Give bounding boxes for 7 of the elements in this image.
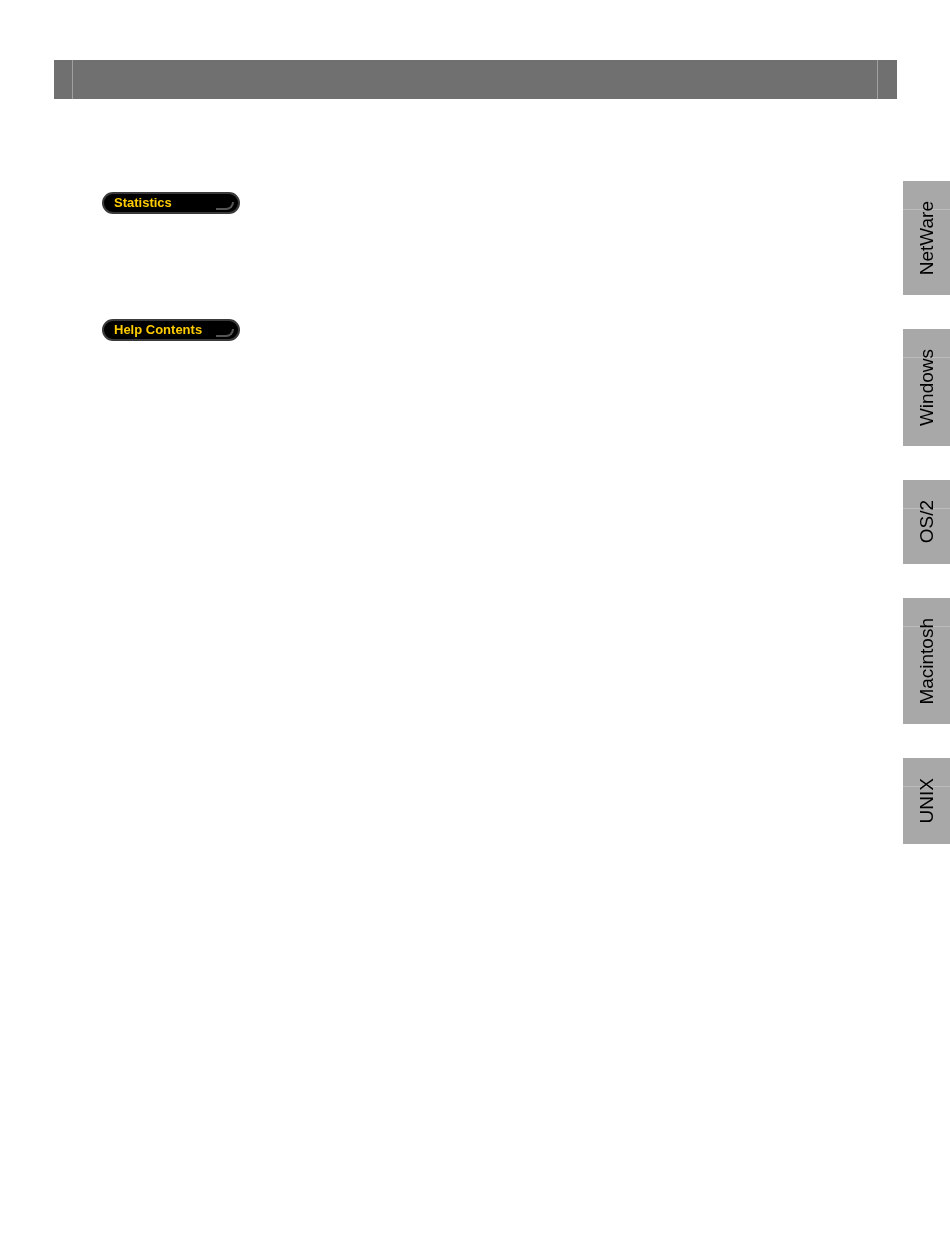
nav-button[interactable]: Help Contents [102, 319, 240, 341]
side-tab[interactable]: UNIX [903, 758, 950, 844]
side-tab[interactable]: NetWare [903, 181, 950, 296]
nav-button[interactable]: Statistics [102, 192, 240, 214]
side-tab[interactable]: Macintosh [903, 597, 950, 725]
side-tab[interactable]: Windows [903, 329, 950, 447]
side-tab[interactable]: OS/2 [903, 480, 950, 564]
